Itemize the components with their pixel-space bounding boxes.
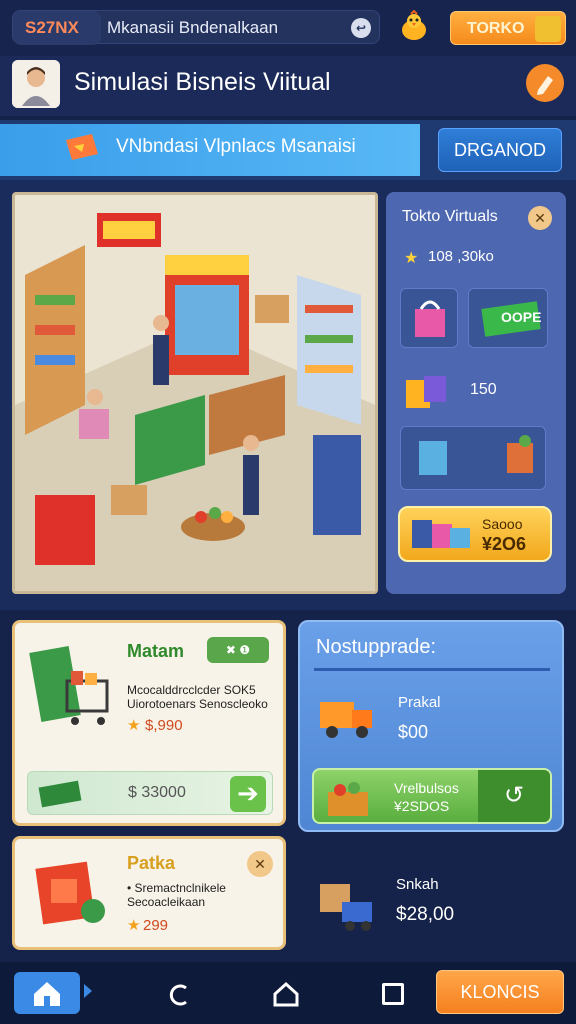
search-box[interactable]: S27NX Mkanasii Bndenalkaan ↩	[12, 10, 380, 45]
search-action-icon[interactable]: ↩	[351, 18, 371, 38]
ticket-icon	[66, 134, 98, 160]
toko-button[interactable]: TORKO	[450, 11, 566, 45]
store-scene[interactable]	[12, 192, 378, 594]
upgrade-card: Nostupprade: Prakal $00 Vrelbulsos ¥2SDO…	[298, 620, 564, 832]
home-tab[interactable]	[14, 972, 80, 1014]
side-panel: Tokto Virtuals ✕ ★ 108 ,30ko • OOPE 150	[386, 192, 566, 594]
home-button-icon[interactable]	[272, 980, 300, 1008]
user-avatar-icon	[12, 60, 60, 108]
home-icon	[34, 982, 60, 1006]
avatar[interactable]	[12, 60, 60, 108]
shipping-price: $28,00	[396, 904, 455, 925]
card-price: 299	[143, 917, 169, 934]
cash-tile[interactable]: OOPE	[468, 288, 548, 348]
offer-label: Vrelbulsos	[394, 780, 459, 796]
goods-icon	[419, 435, 533, 475]
mission-banner: VNbndasi Vlpnlacs Msanaisi DRGANOD	[0, 120, 576, 180]
product-card-patka[interactable]: Patka ✕ • Sremactnclnikele Secoacleikaan…	[12, 836, 286, 950]
shop-box-icon	[535, 16, 561, 42]
card-description: • Sremactnclnikele Secoacleikaan	[127, 881, 226, 909]
money-stack-icon	[38, 780, 82, 808]
shopping-bag-icon	[415, 300, 445, 337]
pencil-icon	[537, 76, 553, 95]
divider	[314, 668, 550, 671]
upgrade-title: Nostupprade:	[316, 636, 437, 658]
edit-button[interactable]	[526, 64, 564, 102]
offer-price: ¥2SDOS	[394, 798, 450, 814]
back-icon[interactable]	[166, 982, 192, 1008]
buy-label: Saooo	[482, 516, 523, 532]
product-card-matam[interactable]: Matam ✖ ❶ Mcocalddrcclcder SOK5 Uiorotoe…	[12, 620, 286, 826]
banner-text: VNbndasi Vlpnlacs Msanaisi	[116, 136, 356, 157]
card-description: Mcocalddrcclcder SOK5 Uiorotoenars Senos…	[127, 683, 268, 711]
delivery-box-icon	[320, 884, 372, 931]
boxes-icon	[412, 520, 470, 548]
store-illustration	[15, 195, 375, 591]
bags-icon	[406, 376, 446, 408]
arrow-right-icon[interactable]: ➔	[230, 776, 266, 812]
gift-bag-icon	[35, 861, 105, 925]
money-display: S27NX	[13, 11, 101, 45]
banner-action-button[interactable]: DRGANOD	[438, 128, 562, 172]
upgrade-offer-button[interactable]: Vrelbulsos ¥2SDOS ↺	[312, 768, 552, 824]
card-badge: ✖ ❶	[207, 637, 269, 663]
vegetable-basket-icon	[328, 782, 368, 816]
buy-button[interactable]: Saooo ¥2O6	[398, 506, 552, 562]
upgrade-label: Prakal	[398, 694, 441, 711]
search-text[interactable]: Mkanasii Bndenalkaan	[107, 11, 278, 45]
title-bar: Simulasi Bisneis Viitual	[0, 56, 576, 116]
refresh-icon[interactable]: ↺	[478, 770, 550, 822]
shopping-bag-tile[interactable]	[400, 288, 458, 348]
shipping-label: Snkah	[396, 876, 439, 893]
bottom-nav: KLONCIS	[0, 962, 576, 1024]
card-price: $,990	[145, 717, 183, 734]
card-title: Patka	[127, 853, 176, 873]
close-icon[interactable]: ✕	[247, 851, 273, 877]
delivery-truck-icon	[320, 702, 372, 738]
purchase-amount: $ 33000	[128, 784, 186, 801]
purchase-bar[interactable]: $ 33000 ➔	[27, 771, 273, 815]
coin-balance: 108 ,30ko	[428, 248, 494, 265]
cta-button[interactable]: KLONCIS	[436, 970, 564, 1014]
upgrade-price: $00	[398, 722, 429, 742]
chevron-right-icon	[84, 984, 92, 998]
close-icon[interactable]: ✕	[528, 206, 552, 230]
chick-mascot-icon[interactable]	[398, 10, 430, 42]
card-title: Matam	[127, 641, 185, 661]
goods-tile[interactable]	[400, 426, 546, 490]
cash-tag: OOPE	[501, 309, 542, 325]
star-icon: ★	[404, 250, 419, 267]
star-icon: ★	[127, 717, 141, 734]
toko-label: TORKO	[467, 20, 525, 37]
buy-price: ¥2O6	[482, 534, 527, 554]
side-panel-title: Tokto Virtuals	[402, 208, 498, 225]
status-bar: S27NX Mkanasii Bndenalkaan ↩ TORKO	[0, 0, 576, 56]
item-count: 150	[470, 381, 497, 398]
star-icon: ★	[127, 917, 141, 934]
shopping-cart-icon	[29, 646, 109, 725]
page-title: Simulasi Bisneis Viitual	[74, 68, 331, 96]
recent-apps-icon[interactable]	[382, 983, 404, 1005]
